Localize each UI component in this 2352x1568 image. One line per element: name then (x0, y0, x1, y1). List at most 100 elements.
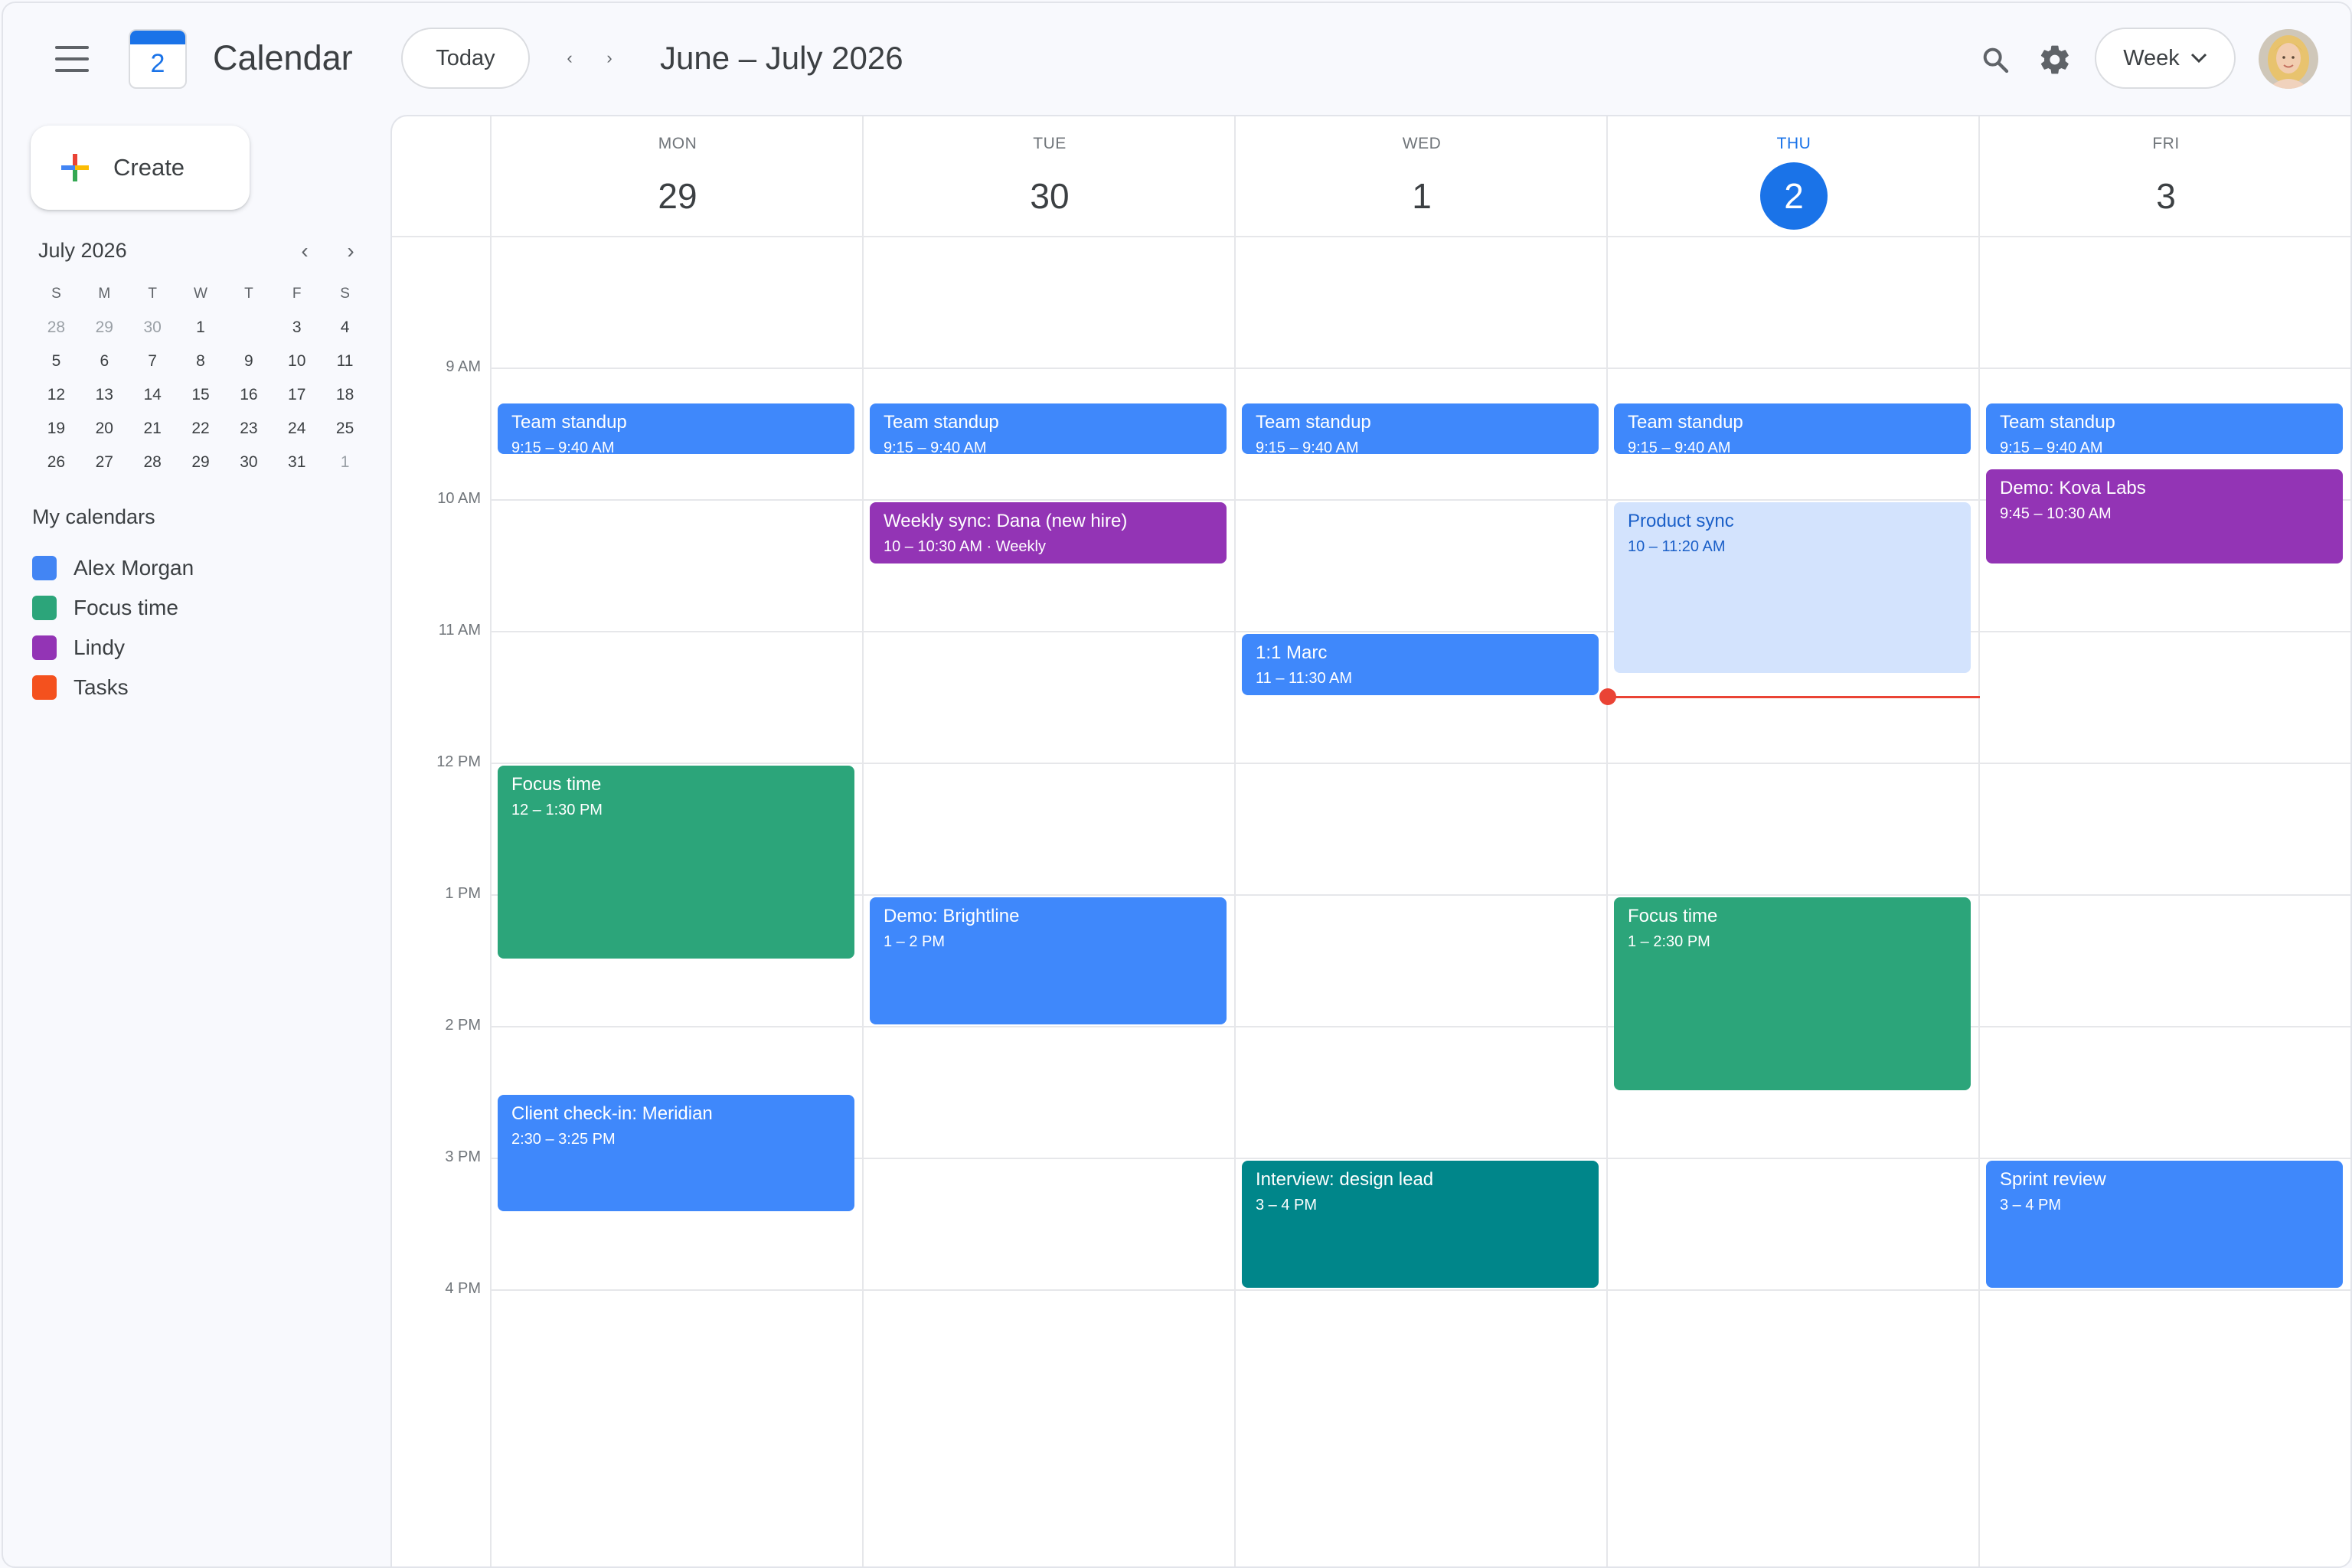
mini-day[interactable]: 17 (273, 386, 321, 404)
hour-label: 9 AM (446, 358, 481, 375)
event-client-check-in[interactable]: Client check-in: Meridian 2:30 – 3:25 PM (498, 1095, 854, 1211)
mini-day[interactable]: 28 (129, 453, 177, 472)
mini-day[interactable]: 9 (224, 352, 273, 371)
event-team-standup-tue[interactable]: Team standup 9:15 – 9:40 AM (870, 403, 1227, 454)
calendar-item-label: Focus time (74, 596, 178, 619)
calendar-color-swatch (32, 596, 57, 620)
mini-day[interactable]: 27 (80, 453, 129, 472)
column-divider (1234, 116, 1236, 1566)
mini-day[interactable]: 3 (273, 318, 321, 337)
user-avatar[interactable] (2259, 29, 2318, 89)
mini-day[interactable]: 24 (273, 420, 321, 438)
prev-week-button[interactable]: ‹ (556, 44, 583, 72)
day-number[interactable]: 30 (1016, 162, 1083, 230)
today-button[interactable]: Today (401, 28, 530, 89)
mini-day[interactable]: 4 (321, 318, 369, 337)
event-time: 11 – 11:30 AM (1256, 670, 1353, 687)
mini-next-month-button[interactable]: › (337, 237, 364, 265)
mini-week-row: 28 29 30 1 3 4 (32, 311, 369, 345)
day-number[interactable]: 29 (644, 162, 711, 230)
mini-day[interactable]: 10 (273, 352, 321, 371)
event-team-standup-wed[interactable]: Team standup 9:15 – 9:40 AM (1242, 403, 1599, 454)
event-title: Focus time (511, 774, 602, 795)
mini-day[interactable]: 21 (129, 420, 177, 438)
mini-week-row: 26 27 28 29 30 31 1 (32, 446, 369, 479)
event-time: 9:15 – 9:40 AM (1628, 439, 1731, 454)
mini-weekday: M (98, 286, 111, 302)
mini-day[interactable]: 29 (80, 318, 129, 337)
mini-day[interactable]: 28 (32, 318, 80, 337)
mini-day[interactable]: 18 (321, 386, 369, 404)
mini-day[interactable]: 22 (177, 420, 225, 438)
event-team-standup-thu[interactable]: Team standup 9:15 – 9:40 AM (1614, 403, 1971, 454)
view-select-dropdown[interactable]: Week (2095, 28, 2236, 89)
mini-day[interactable]: 23 (224, 420, 273, 438)
mini-weekday: W (194, 286, 207, 302)
mini-day[interactable]: 30 (129, 318, 177, 337)
event-focus-time-thu[interactable]: Focus time 1 – 2:30 PM (1614, 897, 1971, 1090)
event-title: Team standup (1256, 412, 1371, 433)
mini-day[interactable]: 16 (224, 386, 273, 404)
view-select-label: Week (2123, 45, 2180, 70)
day-number-today[interactable]: 2 (1760, 162, 1828, 230)
event-time: 2:30 – 3:25 PM (511, 1131, 616, 1148)
mini-day[interactable]: 30 (224, 453, 273, 472)
main-menu-icon[interactable] (55, 46, 89, 72)
mini-day[interactable]: 5 (32, 352, 80, 371)
mini-day[interactable]: 25 (321, 420, 369, 438)
calendar-item-tasks[interactable]: Tasks (32, 672, 129, 703)
create-button[interactable]: Create (31, 126, 250, 210)
mini-day[interactable]: 1 (321, 453, 369, 472)
mini-day[interactable]: 8 (177, 352, 225, 371)
mini-day[interactable]: 19 (32, 420, 80, 438)
hour-gridline (492, 631, 2350, 632)
event-weekly-sync[interactable]: Weekly sync: Dana (new hire) 10 – 10:30 A… (870, 502, 1227, 564)
event-demo-brightline[interactable]: Demo: Brightline 1 – 2 PM (870, 897, 1227, 1024)
mini-prev-month-button[interactable]: ‹ (291, 237, 318, 265)
calendar-item-focus-time[interactable]: Focus time (32, 593, 178, 623)
mini-weekday-header: S M T W T F S (32, 277, 369, 311)
event-focus-time-mon[interactable]: Focus time 12 – 1:30 PM (498, 766, 854, 959)
current-time-line (1608, 696, 1980, 698)
event-interview-design-lead[interactable]: Interview: design lead 3 – 4 PM (1242, 1161, 1599, 1288)
mini-day[interactable]: 13 (80, 386, 129, 404)
mini-weekday: T (148, 286, 157, 302)
next-week-button[interactable]: › (596, 44, 623, 72)
hour-label: 10 AM (437, 490, 481, 507)
day-number[interactable]: 3 (2132, 162, 2200, 230)
event-demo-kova-labs[interactable]: Demo: Kova Labs 9:45 – 10:30 AM (1986, 469, 2343, 564)
event-team-standup-mon[interactable]: Team standup 9:15 – 9:40 AM (498, 403, 854, 454)
event-title: Demo: Brightline (884, 906, 1020, 926)
calendar-item-lindy[interactable]: Lindy (32, 632, 125, 663)
event-one-on-one-marc[interactable]: 1:1 Marc 11 – 11:30 AM (1242, 634, 1599, 695)
my-calendars-title[interactable]: My calendars (32, 505, 155, 529)
mini-day[interactable]: 31 (273, 453, 321, 472)
mini-day[interactable]: 7 (129, 352, 177, 371)
day-header-wed: WED 1 (1236, 116, 1608, 236)
gear-icon[interactable] (2038, 43, 2072, 77)
mini-day[interactable]: 12 (32, 386, 80, 404)
event-title: Team standup (1628, 412, 1743, 433)
search-icon[interactable] (1980, 44, 2011, 75)
mini-day[interactable]: 1 (177, 318, 225, 337)
mini-weekday: F (292, 286, 302, 302)
event-title: Weekly sync: Dana (new hire) (884, 511, 1128, 531)
hour-label: 4 PM (445, 1280, 481, 1297)
calendar-item-alex-morgan[interactable]: Alex Morgan (32, 553, 194, 583)
day-number[interactable]: 1 (1388, 162, 1455, 230)
mini-day[interactable]: 14 (129, 386, 177, 404)
mini-week-row: 5 6 7 8 9 10 11 (32, 345, 369, 378)
event-sprint-review[interactable]: Sprint review 3 – 4 PM (1986, 1161, 2343, 1288)
event-team-standup-fri[interactable]: Team standup 9:15 – 9:40 AM (1986, 403, 2343, 454)
week-grid[interactable]: MON 29 TUE 30 WED 1 THU 2 FRI 3 9 AM 10 … (390, 115, 2350, 1566)
event-time: 3 – 4 PM (1256, 1197, 1318, 1214)
mini-day[interactable]: 20 (80, 420, 129, 438)
mini-day[interactable]: 6 (80, 352, 129, 371)
mini-day[interactable]: 15 (177, 386, 225, 404)
event-product-sync[interactable]: Product sync 10 – 11:20 AM (1614, 502, 1971, 674)
mini-day[interactable]: 26 (32, 453, 80, 472)
mini-day[interactable]: 11 (321, 352, 369, 371)
mini-day[interactable]: 29 (177, 453, 225, 472)
column-divider (1978, 116, 1980, 1566)
mini-weekday: T (244, 286, 253, 302)
